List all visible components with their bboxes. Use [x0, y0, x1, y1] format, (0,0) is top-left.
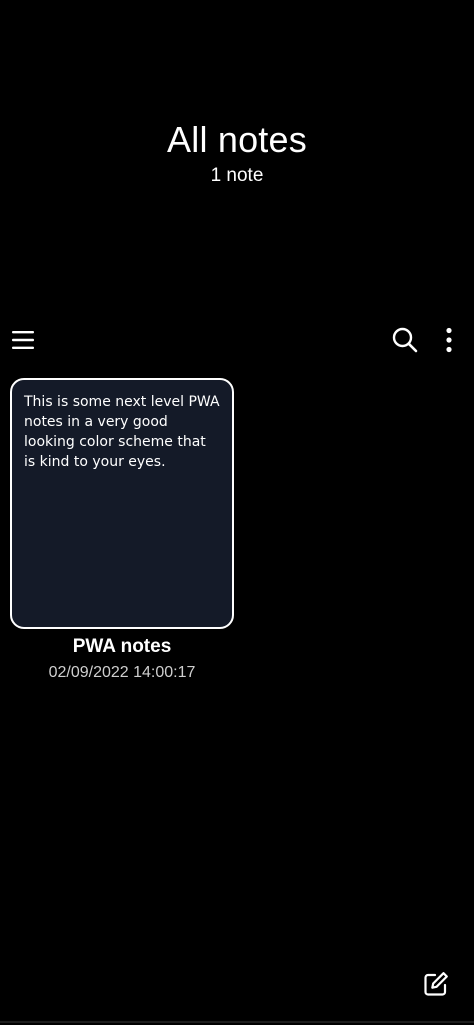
page-header: All notes 1 note	[0, 118, 474, 188]
new-note-button[interactable]	[417, 965, 455, 1003]
more-options-button[interactable]	[429, 320, 469, 360]
note-card[interactable]: This is some next level PWA notes in a v…	[10, 378, 234, 629]
menu-button[interactable]	[4, 320, 44, 360]
search-button[interactable]	[385, 320, 425, 360]
page-title: All notes	[167, 119, 307, 160]
note-date: 02/09/2022 14:00:17	[48, 664, 196, 681]
more-vertical-icon	[446, 327, 452, 353]
note-title: PWA notes	[72, 636, 172, 657]
note-item: This is some next level PWA notes in a v…	[10, 378, 234, 683]
note-count: 1 note	[210, 165, 264, 186]
search-icon	[392, 327, 418, 353]
note-preview: This is some next level PWA notes in a v…	[24, 394, 220, 470]
toolbar	[0, 320, 474, 360]
hamburger-menu-icon	[12, 331, 34, 349]
bottom-divider	[0, 1021, 474, 1023]
edit-note-icon	[424, 972, 448, 996]
